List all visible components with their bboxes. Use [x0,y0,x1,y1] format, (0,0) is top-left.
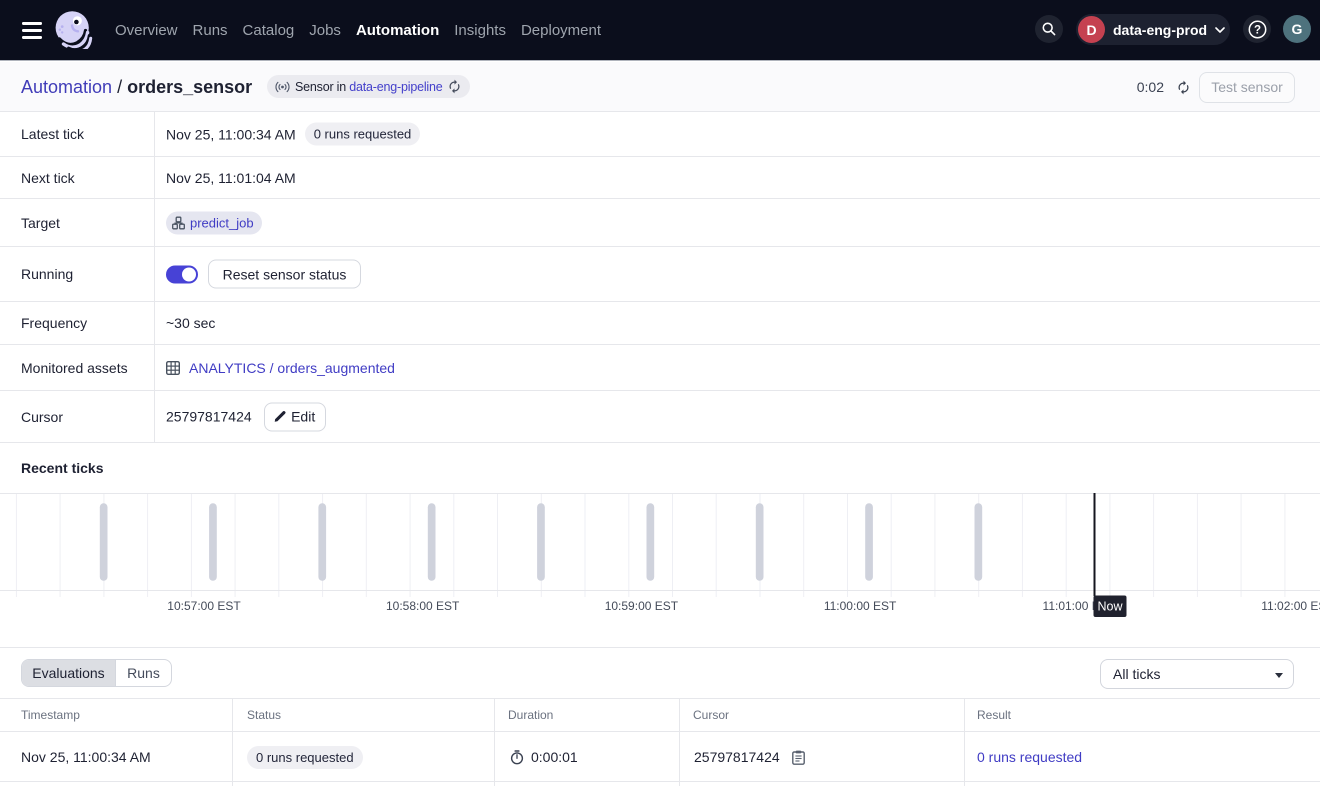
svg-text:11:02:00 EST: 11:02:00 EST [1261,599,1320,613]
svg-text:?: ? [1253,24,1260,36]
svg-text:10:57:00 EST: 10:57:00 EST [167,599,241,613]
svg-text:10:59:00 EST: 10:59:00 EST [605,599,679,613]
svg-text:Now: Now [1097,600,1123,614]
svg-text:10:58:00 EST: 10:58:00 EST [386,599,460,613]
svg-text:11:00:00 EST: 11:00:00 EST [824,599,897,613]
